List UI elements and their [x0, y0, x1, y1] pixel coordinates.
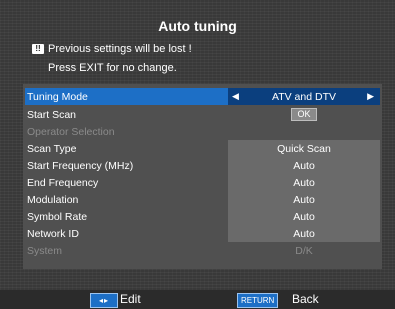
- start-scan-value-cell: OK: [228, 106, 380, 123]
- tuning-mode-label: Tuning Mode: [27, 90, 88, 103]
- scan-type-label: Scan Type: [27, 142, 77, 155]
- end-frequency-value[interactable]: Auto: [228, 174, 380, 191]
- network-id-value[interactable]: Auto: [228, 225, 380, 242]
- start-frequency-value[interactable]: Auto: [228, 157, 380, 174]
- row-symbol-rate[interactable]: Symbol Rate Auto: [25, 208, 380, 225]
- arrow-left-icon[interactable]: ◀: [232, 91, 239, 102]
- row-operator-selection: Operator Selection: [25, 123, 380, 140]
- row-modulation[interactable]: Modulation Auto: [25, 191, 380, 208]
- system-label: System: [27, 244, 63, 257]
- warning-icon: !!: [32, 44, 44, 54]
- scan-type-value[interactable]: Quick Scan: [228, 140, 380, 157]
- ok-button[interactable]: OK: [291, 108, 317, 121]
- modulation-label: Modulation: [27, 193, 79, 206]
- edit-arrows-icon: ◂▸: [90, 293, 118, 308]
- footer-bar: [0, 290, 395, 309]
- page-title: Auto tuning: [158, 18, 237, 34]
- auto-tuning-screen: Auto tuning !! Previous settings will be…: [0, 0, 395, 309]
- network-id-label: Network ID: [27, 227, 79, 240]
- arrow-right-icon[interactable]: ▶: [367, 91, 374, 102]
- settings-panel: Tuning Mode ◀ ATV and DTV ▶ Start Scan O…: [23, 84, 382, 269]
- symbol-rate-value[interactable]: Auto: [228, 208, 380, 225]
- operator-selection-label: Operator Selection: [27, 125, 115, 138]
- edit-label: Edit: [120, 292, 141, 306]
- start-scan-label: Start Scan: [27, 108, 77, 121]
- warning-message: !! Previous settings will be lost !: [32, 43, 192, 55]
- row-scan-type[interactable]: Scan Type Quick Scan: [25, 140, 380, 157]
- warning-line1: Previous settings will be lost !: [48, 43, 192, 55]
- system-value: D/K: [295, 244, 313, 257]
- row-system: System D/K: [25, 242, 380, 259]
- warning-line2: Press EXIT for no change.: [48, 62, 177, 74]
- row-start-scan[interactable]: Start Scan OK: [25, 106, 380, 123]
- modulation-value[interactable]: Auto: [228, 191, 380, 208]
- symbol-rate-label: Symbol Rate: [27, 210, 88, 223]
- end-frequency-label: End Frequency: [27, 176, 99, 189]
- row-start-frequency[interactable]: Start Frequency (MHz) Auto: [25, 157, 380, 174]
- row-end-frequency[interactable]: End Frequency Auto: [25, 174, 380, 191]
- start-frequency-label: Start Frequency (MHz): [27, 159, 134, 172]
- row-network-id[interactable]: Network ID Auto: [25, 225, 380, 242]
- return-button-badge: RETURN: [237, 293, 279, 308]
- row-tuning-mode[interactable]: Tuning Mode ◀ ATV and DTV ▶: [25, 88, 380, 105]
- tuning-mode-selector[interactable]: ◀ ATV and DTV ▶: [228, 88, 380, 105]
- back-label: Back: [292, 292, 319, 306]
- tuning-mode-value: ATV and DTV: [272, 90, 336, 103]
